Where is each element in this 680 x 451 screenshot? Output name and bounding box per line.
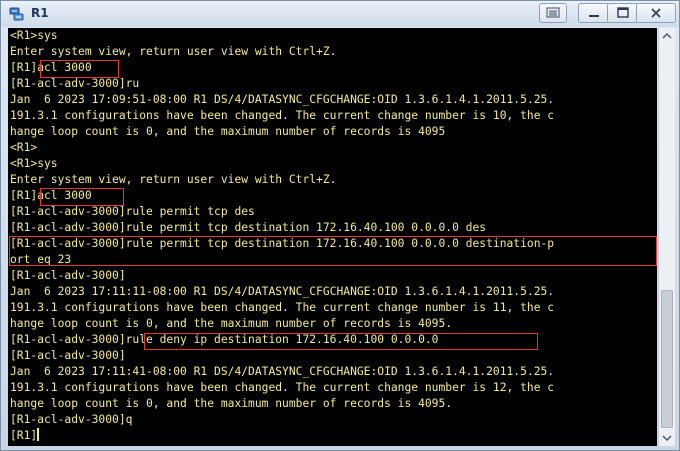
terminal-window: R1 <R1>sys Enter system view, return use…: [0, 0, 680, 451]
minimize-button[interactable]: [578, 3, 610, 23]
terminal-line: 191.3.1 configurations have been changed…: [10, 301, 555, 314]
highlight-box-acl-1: [40, 60, 119, 78]
vertical-scrollbar[interactable]: [658, 28, 675, 446]
prompt-text: [R1]: [10, 429, 38, 442]
maximize-icon: [617, 7, 629, 18]
window-title: R1: [31, 6, 49, 20]
highlight-box-permit-rule: [9, 236, 657, 266]
window-restore-icon: [546, 7, 560, 18]
terminal-output[interactable]: <R1>sys Enter system view, return user v…: [8, 28, 657, 446]
terminal-line-prompt: [R1]: [10, 428, 554, 444]
restore-button[interactable]: [539, 3, 567, 23]
scroll-down-icon[interactable]: [659, 430, 675, 446]
terminal-line: [R1-acl-adv-3000]rule permit tcp destina…: [10, 221, 487, 234]
terminal-line: 191.3.1 configurations have been changed…: [10, 381, 555, 394]
highlight-box-acl-2: [40, 188, 124, 206]
terminal-line: <R1>sys: [10, 29, 58, 42]
terminal-line: <R1>: [10, 141, 38, 154]
title-bar[interactable]: R1: [1, 1, 679, 27]
terminal-line: <R1>sys: [10, 157, 58, 170]
terminal-line: hange loop count is 0, and the maximum n…: [10, 317, 453, 330]
highlight-box-deny-rule: [144, 333, 538, 350]
terminal-line: 191.3.1 configurations have been changed…: [10, 109, 555, 122]
terminal-line: Jan 6 2023 17:11:41-08:00 R1 DS/4/DATASY…: [10, 365, 555, 378]
terminal-line: Enter system view, return user view with…: [10, 173, 337, 186]
scroll-up-icon[interactable]: [659, 28, 675, 44]
maximize-button[interactable]: [607, 3, 639, 23]
terminal-line: Jan 6 2023 17:09:51-08:00 R1 DS/4/DATASY…: [10, 93, 555, 106]
terminal-line: hange loop count is 0, and the maximum n…: [10, 125, 446, 138]
terminal-line: Enter system view, return user view with…: [10, 45, 337, 58]
terminal-line: Jan 6 2023 17:11:11-08:00 R1 DS/4/DATASY…: [10, 285, 555, 298]
terminal-line: hange loop count is 0, and the maximum n…: [10, 397, 453, 410]
terminal-line: [R1-acl-adv-3000]q: [10, 413, 133, 426]
close-button[interactable]: [636, 3, 676, 23]
terminal-line: [R1-acl-adv-3000]: [10, 269, 126, 282]
minimize-icon: [589, 15, 599, 17]
network-device-icon: [9, 7, 24, 21]
terminal-line: [R1-acl-adv-3000]ru: [10, 77, 140, 90]
text-cursor: [37, 428, 40, 441]
terminal-line: [R1-acl-adv-3000]rule permit tcp des: [10, 205, 255, 218]
scrollbar-thumb[interactable]: [661, 290, 673, 428]
close-icon: [651, 8, 661, 18]
terminal-line: [R1-acl-adv-3000]: [10, 349, 126, 362]
